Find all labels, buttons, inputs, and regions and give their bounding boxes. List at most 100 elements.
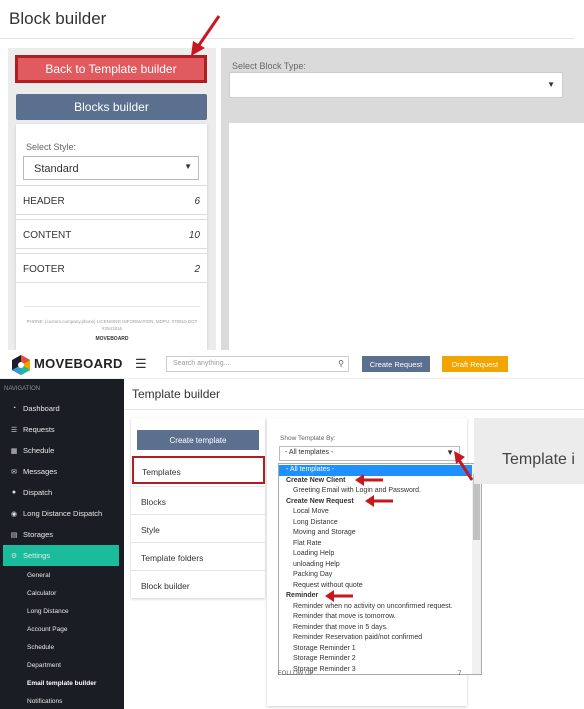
block-type-select[interactable]: ▼ (229, 72, 563, 98)
dropdown-option[interactable]: Reminder when no activity on unconfirmed… (279, 602, 474, 613)
dropdown-option[interactable]: Storage Reminder 1 (279, 644, 474, 655)
subnav-calculator[interactable]: Calculator (27, 590, 56, 597)
section-name: HEADER (23, 196, 65, 207)
section-name: CONTENT (23, 230, 72, 241)
template-row-count: 7 (458, 671, 462, 677)
sidebar-item-storages[interactable]: ▤ Storages (0, 524, 124, 545)
sidebar-item-label: Storages (23, 530, 54, 539)
sidebar-item-label: Requests (23, 425, 55, 434)
nav-header: NAVIGATION (4, 386, 41, 392)
dropdown-option[interactable]: Local Move (279, 507, 474, 518)
divider (24, 306, 200, 307)
page-title: Block builder (9, 9, 107, 28)
footer-line: PHONE: {custom.company.phone} LICENSING … (26, 319, 198, 324)
create-template-button[interactable]: Create template (137, 430, 259, 450)
block-preview-area (229, 123, 584, 350)
template-filter-value: - All templates - (285, 449, 334, 456)
subnav-department[interactable]: Department (27, 662, 61, 669)
style-label: Select Style: (26, 142, 77, 152)
dropdown-group-label: Reminder (286, 592, 319, 599)
search-input[interactable]: Search anything... ⚲ (166, 356, 349, 372)
subnav-schedule[interactable]: Schedule (27, 644, 54, 651)
template-builder-app: MOVEBOARD ☰ Search anything... ⚲ Create … (0, 350, 584, 709)
sidebar-item-requests[interactable]: ☰ Requests (0, 419, 124, 440)
subnav-email-template-builder[interactable]: Email template builder (27, 680, 96, 687)
divider (124, 409, 584, 410)
blocks-builder-button[interactable]: Blocks builder (16, 94, 207, 120)
chevron-down-icon: ▼ (547, 80, 555, 89)
sidebar-item-label: Schedule (23, 446, 55, 455)
globe-icon: ◉ (10, 510, 18, 518)
sidebar-item-dashboard[interactable]: ◔ Dashboard (0, 398, 124, 419)
envelope-icon: ✉ (11, 468, 17, 476)
section-count: 6 (194, 196, 200, 207)
search-icon[interactable]: ⚲ (338, 359, 344, 368)
subnav-general[interactable]: General (27, 572, 50, 579)
section-content[interactable]: CONTENT 10 (16, 219, 207, 249)
dropdown-option[interactable]: Packing Day (279, 570, 474, 581)
menu-item-templates[interactable]: Templates (132, 456, 265, 484)
dropdown-option[interactable]: unloading Help (279, 560, 474, 571)
footer-line: #2541816 (101, 326, 123, 331)
show-template-label: Show Template By: (280, 435, 336, 442)
storage-icon: ▤ (10, 531, 18, 539)
sidebar-item-long-distance-dispatch[interactable]: ◉ Long Distance Dispatch (0, 503, 124, 524)
draft-request-button[interactable]: Draft Request (442, 356, 508, 372)
dropdown-option[interactable]: Storage Reminder 2 (279, 654, 474, 665)
dropdown-option[interactable]: Reminder that move is tomorrow. (279, 612, 474, 623)
subnav-long-distance[interactable]: Long Distance (27, 608, 69, 615)
dropdown-option[interactable]: Request without quote (279, 581, 474, 592)
subnav-notifications[interactable]: Notifications (27, 698, 62, 705)
page-title: Template builder (132, 387, 221, 401)
chevron-down-icon: ▼ (184, 162, 192, 171)
template-filter-select[interactable]: - All templates - ▼ (279, 446, 460, 461)
dropdown-option[interactable]: Loading Help (279, 549, 474, 560)
sidebar-item-dispatch[interactable]: ● Dispatch (0, 482, 124, 503)
dropdown-option[interactable]: Long Distance (279, 518, 474, 529)
menu-item-template-folders[interactable]: Template folders (131, 542, 265, 570)
menu-item-block-builder[interactable]: Block builder (131, 570, 265, 598)
create-request-button[interactable]: Create Request (362, 356, 430, 372)
top-bar: MOVEBOARD ☰ Search anything... ⚲ Create … (0, 350, 584, 379)
section-name: FOOTER (23, 264, 65, 275)
sidebar-item-label: Messages (23, 467, 58, 476)
menu-item-blocks[interactable]: Blocks (131, 486, 265, 514)
footer-preview-text: PHONE: {custom.company.phone} LICENSING … (24, 318, 200, 343)
section-count: 10 (188, 230, 200, 241)
section-footer[interactable]: FOOTER 2 (16, 253, 207, 283)
block-type-label: Select Block Type: (232, 61, 306, 71)
list-icon: ☰ (10, 426, 18, 434)
sidebar-item-schedule[interactable]: ▦ Schedule (0, 440, 124, 461)
logo-icon (12, 355, 30, 375)
menu-item-style[interactable]: Style (131, 514, 265, 542)
sidebar-item-settings[interactable]: ⚙ Settings (3, 545, 119, 566)
gear-icon: ⚙ (10, 552, 18, 560)
block-builder-panel: Block builder Back to Template builder B… (0, 0, 584, 350)
user-icon: ● (11, 489, 17, 496)
sidebar-item-label: Long Distance Dispatch (23, 509, 103, 518)
back-to-template-builder-button[interactable]: Back to Template builder (15, 55, 207, 83)
sidebar: NAVIGATION ◔ Dashboard ☰ Requests ▦ Schedul… (0, 379, 124, 709)
style-select-value: Standard (34, 163, 79, 175)
divider (0, 38, 574, 39)
dropdown-option[interactable]: Flat Rate (279, 539, 474, 550)
search-placeholder: Search anything... (173, 360, 230, 367)
annotation-arrow-icon (454, 451, 474, 481)
template-preview-label: Template i (502, 451, 575, 468)
dropdown-option[interactable]: Moving and Storage (279, 528, 474, 539)
sidebar-item-messages[interactable]: ✉ Messages (0, 461, 124, 482)
dropdown-option[interactable]: Reminder Reservation paid/not confirmed (279, 633, 474, 644)
annotation-arrow-icon (365, 495, 393, 507)
logo-text: MOVEBOARD (34, 356, 123, 371)
menu-icon[interactable]: ☰ (135, 356, 147, 372)
template-row-label: FOLLOW UP (278, 671, 314, 677)
dashboard-icon: ◔ (11, 405, 17, 412)
subnav-account-page[interactable]: Account Page (27, 626, 67, 633)
template-row[interactable]: FOLLOW UP 7 (278, 671, 461, 677)
style-select[interactable]: Standard ▼ (23, 156, 199, 180)
dropdown-option[interactable]: Reminder that move in 5 days. (279, 623, 474, 634)
sidebar-item-label: Dispatch (23, 488, 53, 497)
calendar-icon: ▦ (10, 447, 18, 455)
annotation-arrow-icon (355, 474, 383, 486)
section-header[interactable]: HEADER 6 (16, 185, 207, 215)
